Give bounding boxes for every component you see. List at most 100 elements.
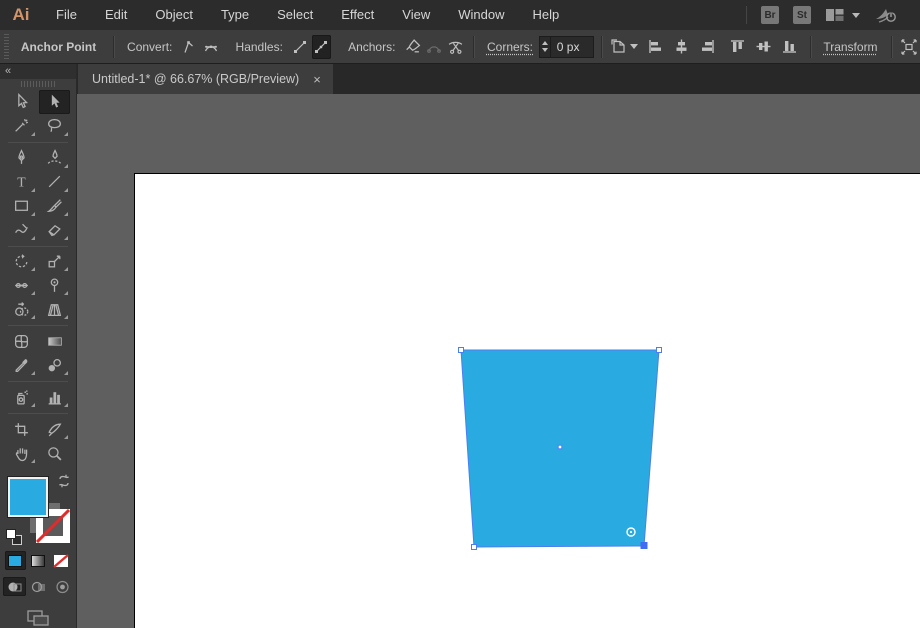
- menu-file[interactable]: File: [42, 0, 91, 30]
- gradient-button[interactable]: [28, 551, 49, 570]
- connect-end-points-button[interactable]: [424, 35, 444, 59]
- shape-center-point[interactable]: [557, 444, 563, 450]
- cut-path-button[interactable]: [446, 35, 466, 59]
- column-graph-tool[interactable]: [39, 385, 70, 409]
- anchor-top-right[interactable]: [656, 347, 662, 353]
- color-button[interactable]: [4, 551, 26, 570]
- tool-grid: [0, 89, 76, 138]
- hide-handles-button[interactable]: [290, 35, 310, 59]
- collapse-tools-button[interactable]: «: [0, 64, 76, 79]
- default-fill-stroke-icon[interactable]: [6, 529, 22, 546]
- handles-label: Handles:: [235, 39, 283, 54]
- curvature-tool[interactable]: [39, 146, 70, 170]
- drawing-mode-buttons: [0, 577, 76, 596]
- eraser-tool[interactable]: [39, 218, 70, 242]
- width-tool[interactable]: [6, 273, 37, 297]
- draw-behind-button[interactable]: [27, 577, 50, 596]
- draw-inside-button[interactable]: [51, 577, 74, 596]
- chevron-down-icon: [852, 12, 860, 18]
- fill-stroke-proxy: [0, 467, 76, 549]
- convert-to-smooth-button[interactable]: [201, 35, 221, 59]
- paintbrush-tool[interactable]: [39, 194, 70, 218]
- chevron-down-icon: [629, 44, 638, 49]
- workspace-layout-icon: [826, 9, 844, 21]
- stepper-down-icon[interactable]: [541, 48, 548, 52]
- corners-label[interactable]: Corners:: [481, 40, 539, 54]
- menu-object[interactable]: Object: [141, 0, 207, 30]
- swap-fill-stroke-icon[interactable]: [56, 473, 72, 489]
- horizontal-align-left-button[interactable]: [644, 35, 668, 59]
- line-segment-tool[interactable]: [39, 170, 70, 194]
- convert-to-corner-button[interactable]: [179, 35, 199, 59]
- document-area: Untitled-1* @ 66.67% (RGB/Preview) ×: [77, 64, 920, 628]
- puppet-warp-tool[interactable]: [39, 273, 70, 297]
- menu-effect[interactable]: Effect: [327, 0, 388, 30]
- divider: [8, 381, 68, 383]
- eyedropper-tool[interactable]: [6, 353, 37, 377]
- menu-view[interactable]: View: [388, 0, 444, 30]
- gradient-tool[interactable]: [39, 329, 70, 353]
- horizontal-align-right-button[interactable]: [696, 35, 720, 59]
- menu-help[interactable]: Help: [518, 0, 573, 30]
- show-handles-button[interactable]: [311, 34, 332, 59]
- magic-wand-tool[interactable]: [6, 114, 37, 138]
- menu-type[interactable]: Type: [207, 0, 263, 30]
- stepper-up-icon[interactable]: [541, 41, 548, 45]
- shaper-tool[interactable]: [6, 218, 37, 242]
- lasso-tool[interactable]: [39, 114, 70, 138]
- anchor-bottom-right-selected[interactable]: [640, 542, 648, 549]
- gpu-performance-icon[interactable]: [874, 6, 898, 24]
- vertical-align-top-button[interactable]: [726, 35, 750, 59]
- perspective-grid-tool[interactable]: [39, 297, 70, 321]
- blend-tool[interactable]: [39, 353, 70, 377]
- separator: [473, 35, 474, 58]
- stock-button[interactable]: St: [793, 6, 811, 24]
- align-to-selection-dropdown[interactable]: [610, 35, 638, 59]
- menu-select[interactable]: Select: [263, 0, 327, 30]
- close-icon[interactable]: ×: [313, 73, 321, 86]
- slice-tool[interactable]: [39, 417, 70, 441]
- direct-selection-tool[interactable]: [39, 89, 70, 114]
- zoom-tool[interactable]: [39, 441, 70, 465]
- none-button[interactable]: [51, 551, 72, 570]
- panel-grip[interactable]: [4, 33, 9, 60]
- pen-tool[interactable]: [6, 146, 37, 170]
- vertical-align-center-button[interactable]: [752, 35, 776, 59]
- tools-panel-grip[interactable]: [0, 79, 76, 90]
- selection-tool[interactable]: [6, 90, 37, 114]
- anchor-bottom-left[interactable]: [471, 544, 477, 550]
- transform-link[interactable]: Transform: [817, 40, 883, 54]
- hand-tool[interactable]: [6, 441, 37, 465]
- corners-stepper[interactable]: [539, 35, 550, 58]
- scale-tool[interactable]: [39, 249, 70, 273]
- live-corner-widget-dot: [629, 530, 633, 534]
- anchor-top-left[interactable]: [458, 347, 464, 353]
- shape-builder-tool[interactable]: [6, 297, 37, 321]
- artboard-tool[interactable]: [6, 417, 37, 441]
- convert-label: Convert:: [127, 39, 173, 54]
- control-bar: Anchor Point Convert: Handles: Anchors: …: [0, 30, 920, 64]
- mesh-tool[interactable]: [6, 329, 37, 353]
- fill-proxy-swatch[interactable]: [8, 477, 48, 518]
- draw-normal-button[interactable]: [2, 577, 26, 596]
- bridge-button[interactable]: Br: [761, 6, 779, 24]
- menu-edit[interactable]: Edit: [91, 0, 141, 30]
- rectangle-tool[interactable]: [6, 194, 37, 218]
- symbol-sprayer-tool[interactable]: [6, 385, 37, 409]
- rotate-tool[interactable]: [6, 249, 37, 273]
- remove-anchor-points-button[interactable]: [402, 35, 422, 59]
- corners-value-input[interactable]: 0 px: [549, 35, 594, 58]
- tool-grid: T: [0, 146, 76, 242]
- screen-mode-button[interactable]: [0, 608, 76, 628]
- separator: [113, 35, 115, 58]
- menu-window[interactable]: Window: [444, 0, 518, 30]
- canvas[interactable]: [77, 94, 920, 628]
- horizontal-align-center-button[interactable]: [670, 35, 694, 59]
- type-tool[interactable]: T: [6, 170, 37, 194]
- document-tab[interactable]: Untitled-1* @ 66.67% (RGB/Preview) ×: [78, 64, 333, 94]
- workspace-switcher[interactable]: [825, 7, 860, 23]
- vertical-align-bottom-button[interactable]: [778, 35, 802, 59]
- divider: [8, 413, 68, 415]
- isolate-selected-object-button[interactable]: [899, 35, 919, 59]
- selected-shape-overlay: [458, 347, 662, 550]
